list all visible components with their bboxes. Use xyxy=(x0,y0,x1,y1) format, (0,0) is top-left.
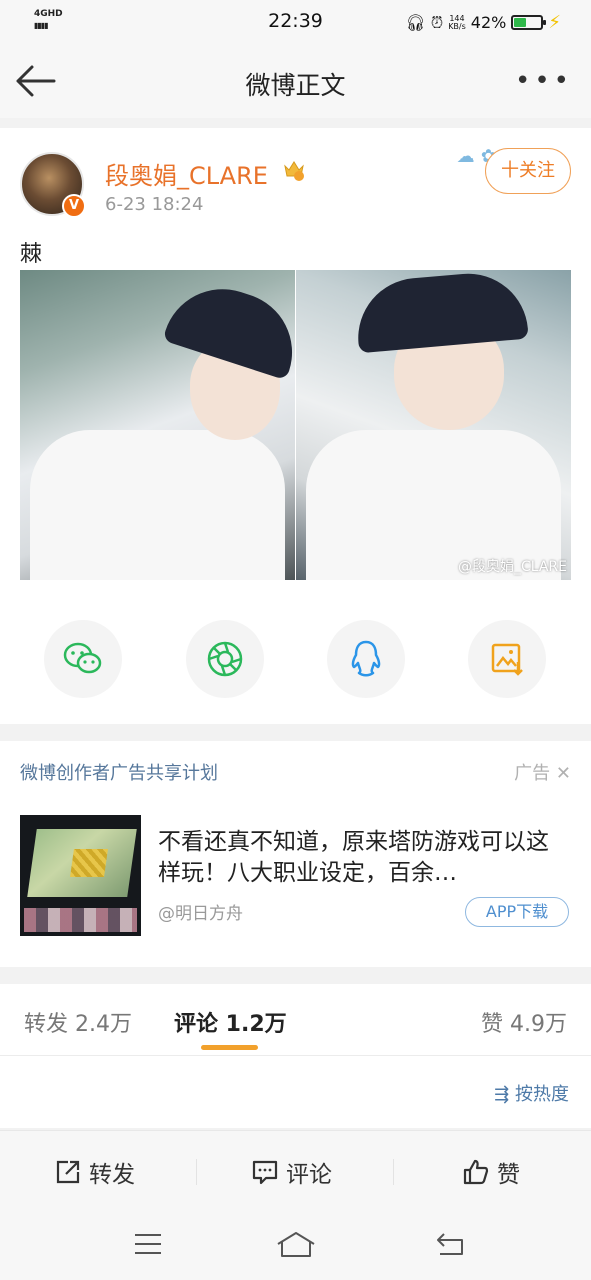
game-tile xyxy=(70,849,108,877)
app-download-button[interactable]: APP下载 xyxy=(465,897,569,927)
status-right: 🎧︎ ⏰︎ 144 KB/s 42% ⚡ xyxy=(405,12,561,33)
repost-icon xyxy=(56,1160,80,1184)
tab-reposts[interactable]: 转发 2.4万 xyxy=(24,1006,132,1038)
username[interactable]: 段奥娟_CLARE xyxy=(105,156,268,191)
ad-close-button[interactable]: 广告 ✕ xyxy=(514,759,571,785)
charging-icon: ⚡ xyxy=(548,12,561,33)
ad-card[interactable]: 微博创作者广告共享计划 广告 ✕ 不看还真不知道，原来塔防游戏可以这样玩！八大职… xyxy=(0,741,591,967)
save-image-icon xyxy=(491,643,523,676)
ad-header[interactable]: 微博创作者广告共享计划 xyxy=(20,759,218,785)
photo-shirt xyxy=(30,430,285,580)
divider xyxy=(0,1055,591,1056)
return-icon[interactable] xyxy=(434,1230,466,1258)
page-title: 微博正文 xyxy=(245,71,346,100)
sort-label: 按热度 xyxy=(515,1084,569,1105)
close-icon[interactable]: ✕ xyxy=(556,763,571,784)
repost-button[interactable]: 转发 xyxy=(55,1155,135,1189)
verified-badge-icon: V xyxy=(62,194,86,218)
battery-percent: 42% xyxy=(470,13,507,32)
battery-icon xyxy=(511,15,547,30)
network-speed-unit: KB/s xyxy=(448,21,466,31)
headphones-icon: 🎧︎ xyxy=(405,13,426,32)
game-characters-image xyxy=(24,908,137,932)
share-wechat-button[interactable] xyxy=(44,620,122,698)
share-row xyxy=(0,620,591,700)
share-moments-button[interactable] xyxy=(186,620,264,698)
ad-thumbnail[interactable] xyxy=(20,815,141,936)
sort-icon: ⇶ xyxy=(494,1084,510,1105)
divider xyxy=(196,1159,197,1185)
ad-title[interactable]: 不看还真不知道，原来塔防游戏可以这样玩！八大职业设定，百余… xyxy=(158,827,558,889)
moments-icon xyxy=(207,641,243,677)
comment-icon xyxy=(252,1160,278,1185)
post-text: 棘 xyxy=(20,242,43,267)
network-speed: 144 KB/s xyxy=(448,14,466,31)
game-board-image xyxy=(27,829,137,897)
tab-comments[interactable]: 评论 1.2万 xyxy=(174,1006,287,1038)
photo-cap xyxy=(353,270,529,354)
follow-button[interactable]: 十关注 xyxy=(485,148,571,194)
home-icon[interactable] xyxy=(276,1230,316,1260)
sort-button[interactable]: ⇶ 按热度 xyxy=(494,1080,569,1106)
repost-label: 转发 xyxy=(89,1162,135,1188)
ad-tag-label: 广告 xyxy=(514,763,551,784)
nav-bar: 微博正文 ••• xyxy=(0,44,591,118)
system-nav-bar xyxy=(0,1212,591,1280)
crown-badge-icon xyxy=(284,161,304,181)
ad-source: @明日方舟 xyxy=(158,904,243,924)
thumbs-up-icon xyxy=(463,1159,489,1185)
status-bar: 4GHD ▮▮▮▮ 22:39 🎧︎ ⏰︎ 144 KB/s 42% ⚡ xyxy=(0,0,591,44)
post-time: 6-23 18:24 xyxy=(105,194,204,215)
active-tab-indicator xyxy=(201,1045,258,1050)
menu-icon[interactable] xyxy=(133,1230,163,1258)
action-bar: 转发 评论 赞 xyxy=(0,1130,591,1212)
avatar[interactable]: V xyxy=(20,152,86,218)
wechat-icon xyxy=(63,642,102,674)
post-card: V 段奥娟_CLARE 6-23 18:24 ☁ ✿ 十关注 棘 @段奥娟_CL… xyxy=(0,128,591,724)
share-qq-button[interactable] xyxy=(327,620,405,698)
alarm-icon: ⏰︎ xyxy=(430,12,444,32)
post-photo-left[interactable] xyxy=(20,270,295,580)
qq-icon xyxy=(351,640,381,677)
comment-button[interactable]: 评论 xyxy=(252,1155,332,1189)
divider xyxy=(393,1159,394,1185)
comment-label: 评论 xyxy=(286,1162,332,1188)
like-button[interactable]: 赞 xyxy=(463,1155,520,1189)
more-options-icon[interactable]: ••• xyxy=(515,66,573,96)
photo-watermark: @段奥娟_CLARE xyxy=(457,559,567,575)
post-photo-right[interactable]: @段奥娟_CLARE xyxy=(296,270,571,580)
battery-fill xyxy=(514,18,527,27)
like-label: 赞 xyxy=(497,1162,520,1188)
save-image-button[interactable] xyxy=(468,620,546,698)
tab-likes[interactable]: 赞 4.9万 xyxy=(481,1006,567,1038)
interaction-tabs: 转发 2.4万 评论 1.2万 赞 4.9万 ⇶ 按热度 xyxy=(0,984,591,1128)
